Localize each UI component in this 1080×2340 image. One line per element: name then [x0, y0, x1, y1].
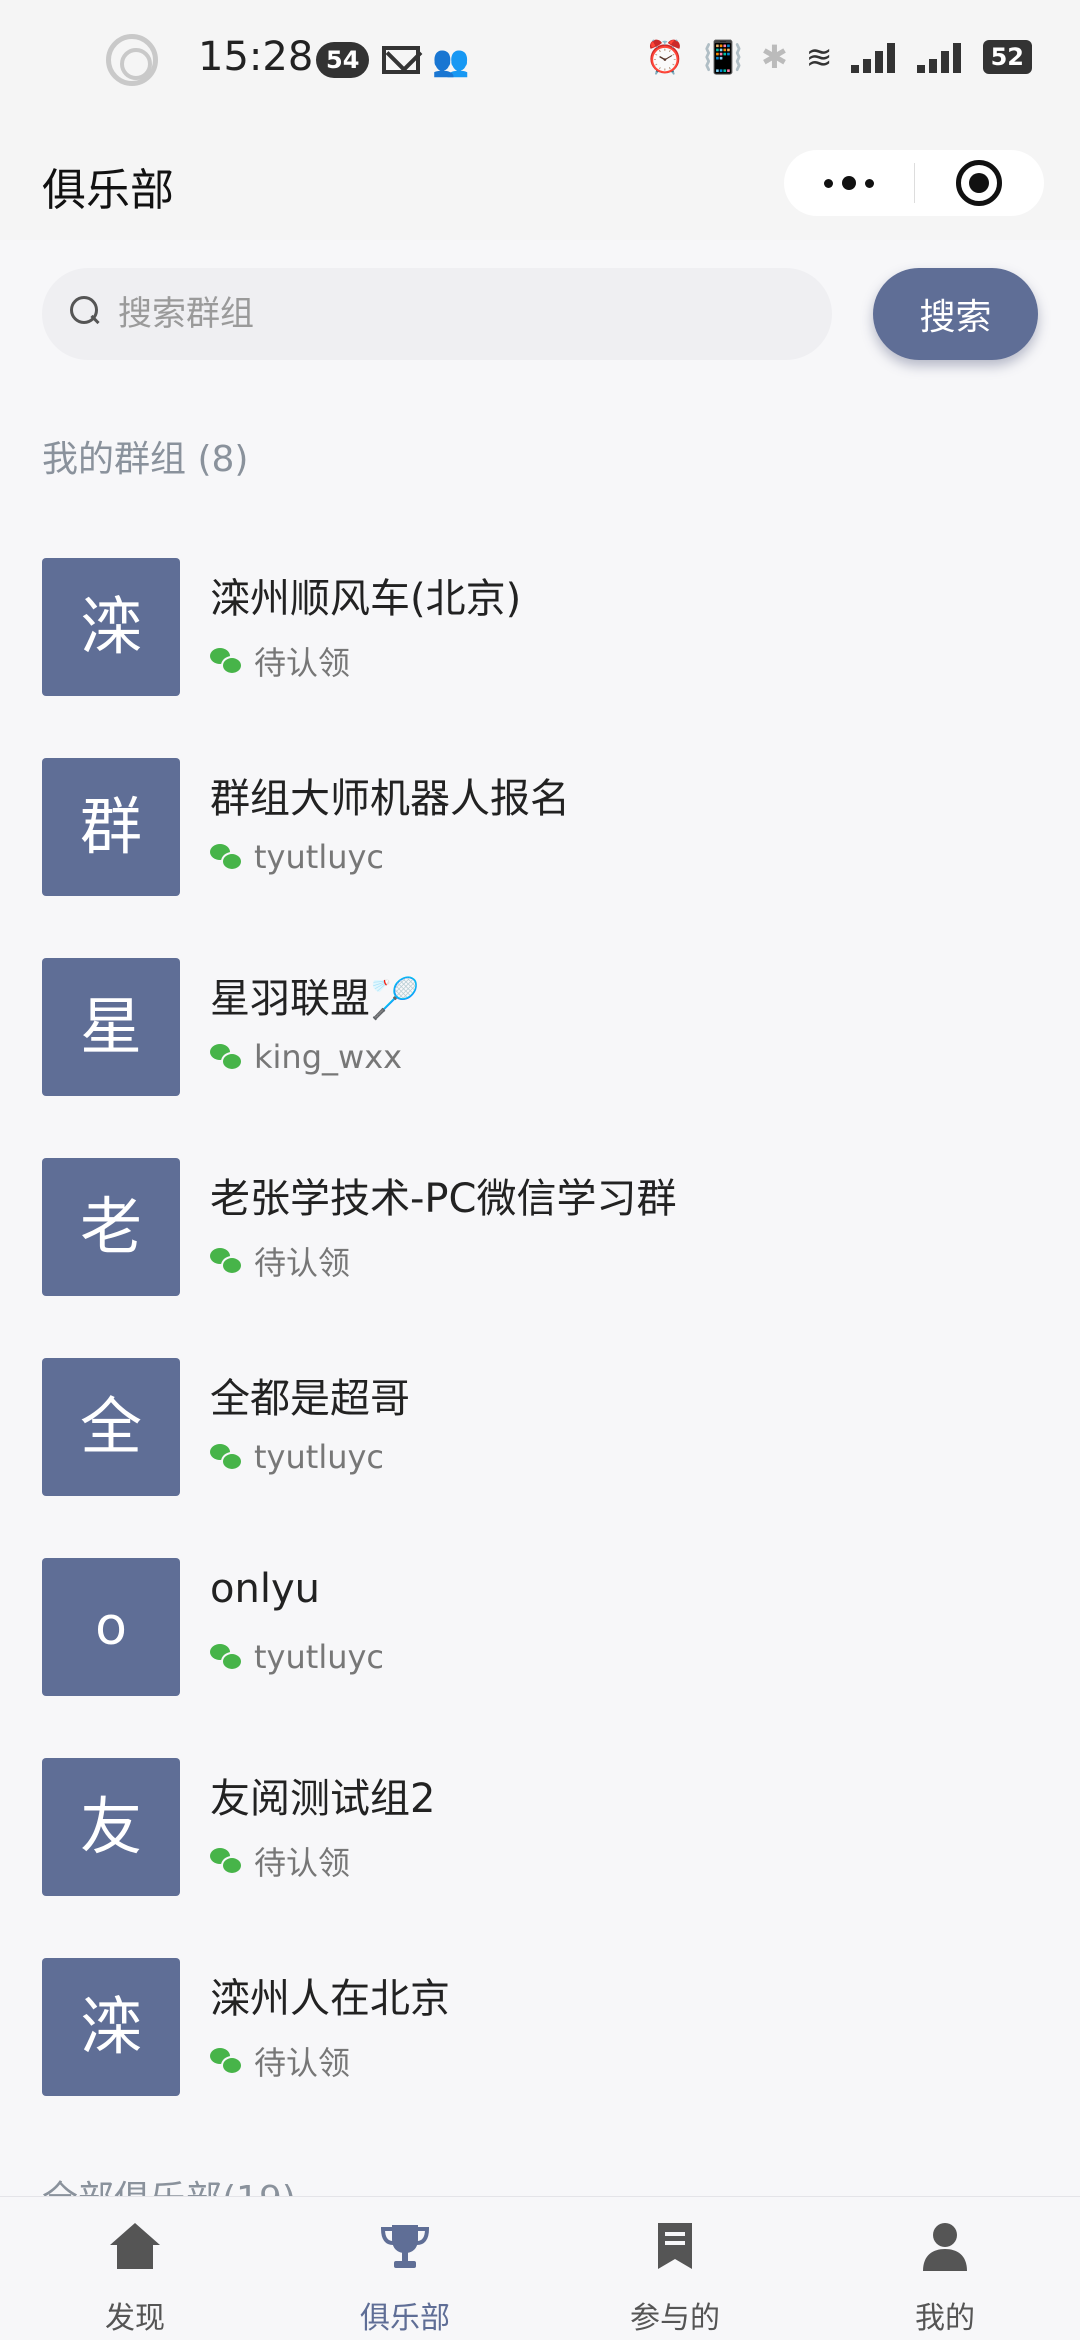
wechat-icon — [210, 1444, 243, 1471]
signal-1-icon — [850, 41, 899, 73]
mail-icon — [382, 46, 420, 74]
group-name: onlyu — [210, 1566, 320, 1612]
more-button[interactable] — [784, 150, 914, 216]
vibrate-icon: 📳 — [703, 38, 743, 76]
wechat-icon — [210, 844, 243, 871]
more-dot-icon — [864, 178, 874, 188]
group-avatar: o — [42, 1558, 180, 1696]
group-owner: king_wxx — [254, 1038, 403, 1076]
group-owner: 待认领 — [254, 644, 351, 682]
tab-label: 发现 — [105, 2301, 165, 2336]
group-owner: tyutluyc — [254, 1438, 385, 1476]
group-owner: tyutluyc — [254, 838, 385, 876]
wechat-icon — [210, 1248, 243, 1275]
group-item[interactable]: 老 老张学技术-PC微信学习群 待认领 — [0, 1158, 1080, 1358]
group-meta: tyutluyc — [210, 1638, 384, 1676]
more-dot-icon — [841, 176, 856, 190]
more-dot-icon — [823, 178, 833, 188]
group-item[interactable]: o onlyu tyutluyc — [0, 1558, 1080, 1758]
group-meta: 待认领 — [210, 638, 350, 684]
group-owner: 待认领 — [254, 2044, 351, 2082]
target-icon — [956, 160, 1003, 206]
group-owner: 待认领 — [254, 1844, 351, 1882]
search-button[interactable]: 搜索 — [873, 268, 1038, 360]
group-avatar: 滦 — [42, 1958, 180, 2096]
page-title: 俱乐部 — [42, 165, 174, 216]
group-item[interactable]: 滦 滦州顺风车(北京) 待认领 — [0, 558, 1080, 758]
tab-label: 我的 — [915, 2301, 975, 2336]
tab-joined[interactable]: 参与的 — [540, 2197, 810, 2340]
group-meta: 待认领 — [210, 1238, 350, 1284]
group-avatar: 老 — [42, 1158, 180, 1296]
status-right-icons: ⏰ 📳 ✱ ≋ 52 — [645, 38, 1032, 76]
group-name: 滦州顺风车(北京) — [210, 576, 522, 622]
group-meta: tyutluyc — [210, 1438, 384, 1476]
search-icon — [70, 296, 100, 326]
bluetooth-icon: ✱ — [760, 38, 788, 76]
group-avatar: 友 — [42, 1758, 180, 1896]
group-meta: 待认领 — [210, 1838, 350, 1884]
status-time: 15:28 — [198, 34, 314, 80]
alarm-icon: ⏰ — [645, 38, 686, 76]
notification-count-badge: 54 — [316, 42, 370, 78]
tab-mine[interactable]: 我的 — [810, 2197, 1080, 2340]
group-avatar: 滦 — [42, 558, 180, 696]
bookmark-icon — [658, 2223, 692, 2269]
tab-label: 俱乐部 — [360, 2301, 450, 2336]
group-item[interactable]: 群 群组大师机器人报名 tyutluyc — [0, 758, 1080, 958]
close-miniprogram-button[interactable] — [915, 150, 1045, 216]
group-owner: tyutluyc — [254, 1638, 385, 1676]
group-avatar: 群 — [42, 758, 180, 896]
tab-discover[interactable]: 发现 — [0, 2197, 270, 2340]
wechat-icon — [210, 1848, 243, 1875]
group-meta: tyutluyc — [210, 838, 384, 876]
group-name: 群组大师机器人报名 — [210, 776, 570, 822]
wifi-icon: ≋ — [805, 38, 833, 76]
wechat-icon — [210, 1044, 243, 1071]
group-name: 星羽联盟🏸 — [210, 976, 420, 1022]
group-avatar: 全 — [42, 1358, 180, 1496]
trophy-icon — [380, 2225, 430, 2268]
group-meta: 待认领 — [210, 2038, 350, 2084]
battery-level: 52 — [982, 40, 1032, 74]
my-groups-title: 我的群组 (8) — [42, 439, 249, 480]
group-item[interactable]: 全 全都是超哥 tyutluyc — [0, 1358, 1080, 1558]
group-item[interactable]: 友 友阅测试组2 待认领 — [0, 1758, 1080, 1958]
tab-club[interactable]: 俱乐部 — [270, 2197, 540, 2340]
home-icon — [110, 2223, 160, 2269]
wechat-icon — [210, 1644, 243, 1671]
group-meta: king_wxx — [210, 1038, 402, 1076]
record-ring-icon — [106, 34, 158, 86]
tab-bar: 发现 俱乐部 参与的 我的 — [0, 2196, 1080, 2340]
group-avatar: 星 — [42, 958, 180, 1096]
search-box — [42, 268, 832, 360]
signal-2-icon — [916, 41, 965, 73]
group-owner: 待认领 — [254, 1244, 351, 1282]
status-bar: 15:28 54 👥 ⏰ 📳 ✱ ≋ 52 — [0, 0, 1080, 120]
group-item[interactable]: 星 星羽联盟🏸 king_wxx — [0, 958, 1080, 1158]
group-name: 友阅测试组2 — [210, 1776, 436, 1822]
group-name: 滦州人在北京 — [210, 1976, 450, 2022]
group-item[interactable]: 滦 滦州人在北京 待认领 — [0, 1958, 1080, 2158]
tab-label: 参与的 — [630, 2301, 720, 2336]
wechat-icon — [210, 2048, 243, 2075]
search-input[interactable] — [118, 268, 808, 360]
user-icon — [923, 2223, 967, 2271]
miniprogram-capsule — [784, 150, 1044, 216]
group-name: 老张学技术-PC微信学习群 — [210, 1176, 677, 1222]
people-icon: 👥 — [432, 44, 470, 79]
group-name: 全都是超哥 — [210, 1376, 410, 1422]
wechat-icon — [210, 648, 243, 675]
nav-bar: 俱乐部 — [0, 120, 1080, 240]
